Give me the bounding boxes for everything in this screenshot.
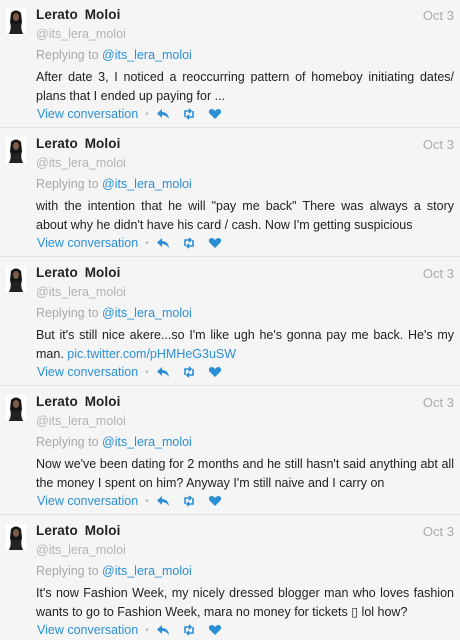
author-name[interactable]: Lerato Moloi	[36, 265, 120, 280]
view-conversation-link[interactable]: View conversation	[37, 236, 138, 250]
tweet-body: It's now Fashion Week, my nicely dressed…	[36, 586, 454, 619]
heart-icon[interactable]	[208, 624, 222, 636]
avatar[interactable]	[6, 8, 26, 34]
reply-icon[interactable]	[156, 366, 170, 378]
tweet-actions: View conversation •	[37, 493, 234, 509]
view-conversation-link[interactable]: View conversation	[37, 107, 138, 121]
tweet-text: with the intention that he will "pay me …	[36, 197, 454, 235]
author-handle: @its_lera_moloi	[36, 285, 126, 299]
author-handle: @its_lera_moloi	[36, 543, 126, 557]
heart-icon[interactable]	[208, 237, 222, 249]
mention-link[interactable]: @its_lera_moloi	[102, 564, 192, 578]
reply-icon[interactable]	[156, 108, 170, 120]
retweet-icon[interactable]	[182, 237, 196, 249]
view-conversation-link[interactable]: View conversation	[37, 623, 138, 637]
replying-to-label: Replying to	[36, 177, 99, 191]
timestamp[interactable]: Oct 3	[423, 266, 454, 281]
avatar[interactable]	[6, 524, 26, 550]
author-name[interactable]: Lerato Moloi	[36, 394, 120, 409]
separator-dot: •	[145, 366, 149, 378]
heart-icon[interactable]	[208, 495, 222, 507]
replying-to: Replying to @its_lera_moloi	[36, 564, 192, 578]
author-handle: @its_lera_moloi	[36, 27, 126, 41]
mention-link[interactable]: @its_lera_moloi	[102, 177, 192, 191]
reply-icon[interactable]	[156, 624, 170, 636]
separator-dot: •	[145, 237, 149, 249]
retweet-icon[interactable]	[182, 108, 196, 120]
mention-link[interactable]: @its_lera_moloi	[102, 48, 192, 62]
author-name[interactable]: Lerato Moloi	[36, 523, 120, 538]
tweet-text: But it's still nice akere...so I'm like …	[36, 326, 454, 364]
retweet-icon[interactable]	[182, 366, 196, 378]
tweet[interactable]: Lerato Moloi @its_lera_moloi Oct 3 Reply…	[0, 0, 460, 128]
author-handle: @its_lera_moloi	[36, 156, 126, 170]
tweet-actions: View conversation •	[37, 106, 234, 122]
retweet-icon[interactable]	[182, 624, 196, 636]
replying-to-label: Replying to	[36, 435, 99, 449]
replying-to: Replying to @its_lera_moloi	[36, 177, 192, 191]
retweet-icon[interactable]	[182, 495, 196, 507]
mention-link[interactable]: @its_lera_moloi	[102, 306, 192, 320]
mention-link[interactable]: @its_lera_moloi	[102, 435, 192, 449]
heart-icon[interactable]	[208, 366, 222, 378]
replying-to: Replying to @its_lera_moloi	[36, 48, 192, 62]
replying-to-label: Replying to	[36, 564, 99, 578]
timestamp[interactable]: Oct 3	[423, 137, 454, 152]
tweet-actions: View conversation •	[37, 235, 234, 251]
tweet-actions: View conversation •	[37, 622, 234, 638]
tweet-text: It's now Fashion Week, my nicely dressed…	[36, 584, 454, 622]
tweet-body: with the intention that he will "pay me …	[36, 199, 454, 232]
tweet[interactable]: Lerato Moloi @its_lera_moloi Oct 3 Reply…	[0, 387, 460, 515]
avatar[interactable]	[6, 137, 26, 163]
tweet-actions: View conversation •	[37, 364, 234, 380]
author-name[interactable]: Lerato Moloi	[36, 136, 120, 151]
replying-to: Replying to @its_lera_moloi	[36, 435, 192, 449]
tweet-feed: Lerato Moloi @its_lera_moloi Oct 3 Reply…	[0, 0, 460, 640]
author-name[interactable]: Lerato Moloi	[36, 7, 120, 22]
reply-icon[interactable]	[156, 495, 170, 507]
view-conversation-link[interactable]: View conversation	[37, 494, 138, 508]
tweet[interactable]: Lerato Moloi @its_lera_moloi Oct 3 Reply…	[0, 258, 460, 386]
tweet-body: Now we've been dating for 2 months and h…	[36, 457, 454, 490]
replying-to-label: Replying to	[36, 48, 99, 62]
separator-dot: •	[145, 108, 149, 120]
tweet-link[interactable]: pic.twitter.com/pHMHeG3uSW	[67, 347, 236, 361]
tweet-body: After date 3, I noticed a reoccurring pa…	[36, 70, 454, 103]
heart-icon[interactable]	[208, 108, 222, 120]
replying-to-label: Replying to	[36, 306, 99, 320]
tweet[interactable]: Lerato Moloi @its_lera_moloi Oct 3 Reply…	[0, 129, 460, 257]
timestamp[interactable]: Oct 3	[423, 8, 454, 23]
replying-to: Replying to @its_lera_moloi	[36, 306, 192, 320]
tweet-text: After date 3, I noticed a reoccurring pa…	[36, 68, 454, 106]
timestamp[interactable]: Oct 3	[423, 395, 454, 410]
timestamp[interactable]: Oct 3	[423, 524, 454, 539]
reply-icon[interactable]	[156, 237, 170, 249]
separator-dot: •	[145, 495, 149, 507]
tweet-text: Now we've been dating for 2 months and h…	[36, 455, 454, 493]
avatar[interactable]	[6, 395, 26, 421]
view-conversation-link[interactable]: View conversation	[37, 365, 138, 379]
author-handle: @its_lera_moloi	[36, 414, 126, 428]
avatar[interactable]	[6, 266, 26, 292]
separator-dot: •	[145, 624, 149, 636]
tweet[interactable]: Lerato Moloi @its_lera_moloi Oct 3 Reply…	[0, 516, 460, 640]
